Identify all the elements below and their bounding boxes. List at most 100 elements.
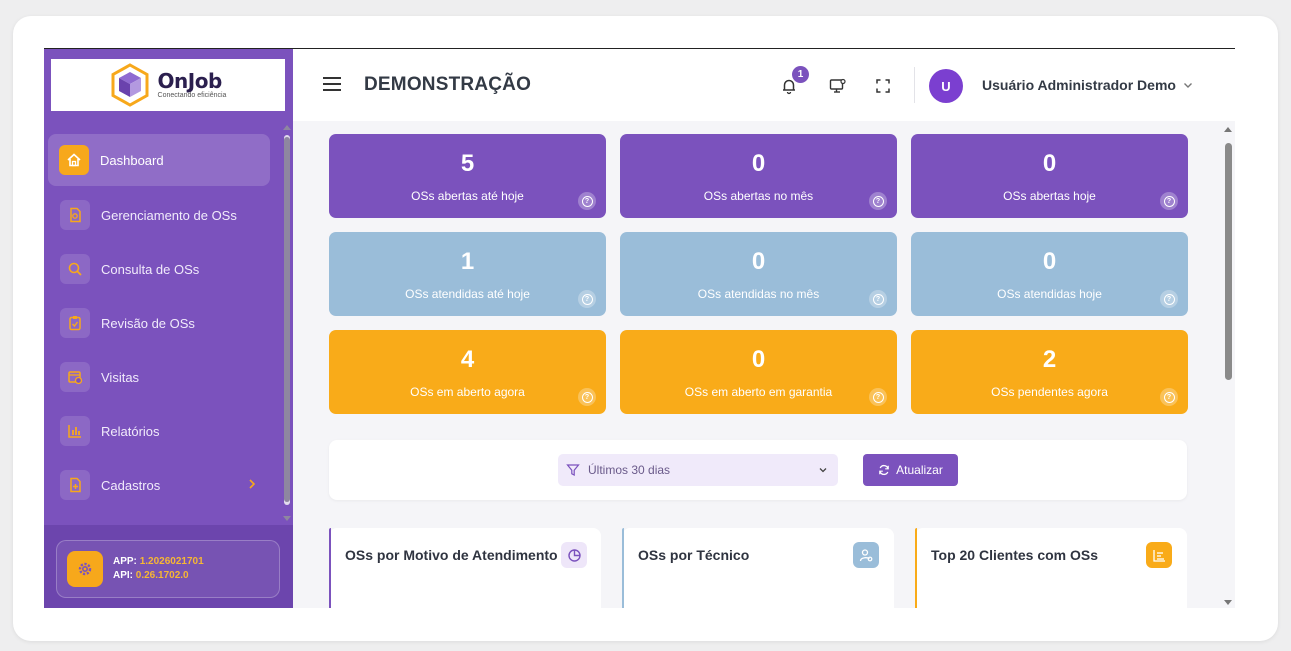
panel-accent xyxy=(329,528,331,608)
stat-label: OSs abertas até hoje xyxy=(411,189,524,203)
logo[interactable]: OnJob Conectando eficiência xyxy=(51,59,285,111)
scroll-up-arrow-icon[interactable] xyxy=(283,125,291,130)
stat-label: OSs em aberto agora xyxy=(410,385,525,399)
scroll-down-arrow-icon[interactable] xyxy=(1224,600,1232,605)
period-select-value: Últimos 30 dias xyxy=(588,463,671,477)
help-icon[interactable]: ? xyxy=(578,388,596,406)
stat-value: 0 xyxy=(751,248,766,275)
stat-card[interactable]: 0 OSs atendidas no mês ? xyxy=(620,232,897,316)
api-version: API: 0.26.1702.0 xyxy=(113,569,204,583)
app-version-label: APP: xyxy=(113,556,137,567)
stat-card[interactable]: 2 OSs pendentes agora ? xyxy=(911,330,1188,414)
stat-card[interactable]: 0 OSs abertas no mês ? xyxy=(620,134,897,218)
sidebar: OnJob Conectando eficiência Dashboard Ge… xyxy=(44,49,293,608)
app-version: APP: 1.2026021701 xyxy=(113,555,204,569)
stat-label: OSs atendidas até hoje xyxy=(405,287,530,301)
sidebar-item-label: Visitas xyxy=(101,369,140,385)
avatar[interactable]: U xyxy=(929,69,963,103)
version-info: APP: 1.2026021701 API: 0.26.1702.0 xyxy=(56,540,280,598)
monitor-user-icon[interactable] xyxy=(827,75,849,97)
stat-label: OSs atendidas no mês xyxy=(697,287,820,301)
add-file-icon xyxy=(60,470,90,500)
help-icon[interactable]: ? xyxy=(869,290,887,308)
sidebar-item-cadastros[interactable]: Cadastros xyxy=(44,458,280,512)
stat-card[interactable]: 5 OSs abertas até hoje ? xyxy=(329,134,606,218)
calendar-clock-icon xyxy=(60,362,90,392)
stat-label: OSs em aberto em garantia xyxy=(684,385,833,399)
scrollbar-thumb[interactable] xyxy=(1225,143,1232,380)
stat-card[interactable]: 0 OSs abertas hoje ? xyxy=(911,134,1188,218)
clipboard-icon xyxy=(60,308,90,338)
sidebar-item-label: Cadastros xyxy=(101,477,161,493)
sidebar-item-label: Relatórios xyxy=(101,423,160,439)
help-icon[interactable]: ? xyxy=(578,192,596,210)
chevron-right-icon xyxy=(249,479,256,489)
sidebar-item-visitas[interactable]: Visitas xyxy=(44,350,280,404)
sidebar-footer: APP: 1.2026021701 API: 0.26.1702.0 xyxy=(44,525,293,608)
stat-value: 0 xyxy=(751,150,766,177)
scroll-down-arrow-icon[interactable] xyxy=(283,516,291,521)
stat-label: OSs abertas no mês xyxy=(703,189,814,203)
help-icon[interactable]: ? xyxy=(1160,388,1178,406)
stat-label: OSs abertas hoje xyxy=(1003,189,1096,203)
logo-cube-icon xyxy=(111,63,149,107)
bar-chart-icon[interactable] xyxy=(1146,542,1172,568)
sidebar-item-relatorios[interactable]: Relatórios xyxy=(44,404,280,458)
help-icon[interactable]: ? xyxy=(869,192,887,210)
stat-value: 5 xyxy=(460,150,475,177)
main-content: 5 OSs abertas até hoje ? 0 OSs abertas n… xyxy=(293,121,1235,608)
filter-icon xyxy=(566,464,580,476)
pie-chart-icon[interactable] xyxy=(561,542,587,568)
chevron-down-icon xyxy=(819,468,827,473)
scrollbar-thumb[interactable] xyxy=(284,137,290,502)
search-icon xyxy=(60,254,90,284)
help-icon[interactable]: ? xyxy=(869,388,887,406)
user-search-icon[interactable] xyxy=(853,542,879,568)
stat-card[interactable]: 0 OSs atendidas hoje ? xyxy=(911,232,1188,316)
update-button[interactable]: Atualizar xyxy=(863,454,958,486)
stat-card[interactable]: 0 OSs em aberto em garantia ? xyxy=(620,330,897,414)
scroll-up-arrow-icon[interactable] xyxy=(1224,127,1232,132)
api-version-value: 0.26.1702.0 xyxy=(135,570,189,581)
fullscreen-icon[interactable] xyxy=(872,75,894,97)
main-scrollbar[interactable] xyxy=(1222,121,1235,608)
gear-icon xyxy=(67,551,103,587)
bar-chart-icon xyxy=(60,416,90,446)
refresh-icon xyxy=(879,464,889,476)
update-button-label: Atualizar xyxy=(896,463,943,477)
document-icon xyxy=(60,200,90,230)
panel-motivo-atendimento: OSs por Motivo de Atendimento xyxy=(329,528,601,608)
sidebar-item-dashboard[interactable]: Dashboard xyxy=(48,134,270,186)
help-icon[interactable]: ? xyxy=(578,290,596,308)
sidebar-item-gerenciamento[interactable]: Gerenciamento de OSs xyxy=(44,188,280,242)
panel-top-clientes: Top 20 Clientes com OSs xyxy=(915,528,1187,608)
logo-text: OnJob Conectando eficiência xyxy=(158,71,227,99)
sidebar-item-label: Dashboard xyxy=(100,152,164,168)
sidebar-nav: Dashboard Gerenciamento de OSs Consulta … xyxy=(44,134,280,512)
panel-tecnico: OSs por Técnico xyxy=(622,528,894,608)
filter-bar: Últimos 30 dias Atualizar xyxy=(329,440,1187,500)
chevron-down-icon[interactable] xyxy=(1182,79,1194,91)
page-title: DEMONSTRAÇÃO xyxy=(364,74,532,95)
stat-value: 2 xyxy=(1042,346,1057,373)
user-name[interactable]: Usuário Administrador Demo xyxy=(982,77,1176,93)
help-icon[interactable]: ? xyxy=(1160,290,1178,308)
sidebar-scrollbar[interactable] xyxy=(281,121,293,525)
sidebar-item-label: Gerenciamento de OSs xyxy=(101,207,237,223)
sidebar-item-revisao[interactable]: Revisão de OSs xyxy=(44,296,280,350)
panel-accent xyxy=(915,528,917,608)
stat-value: 4 xyxy=(460,346,475,373)
menu-icon[interactable] xyxy=(323,77,341,91)
sidebar-item-label: Consulta de OSs xyxy=(101,261,200,277)
stat-label: OSs pendentes agora xyxy=(991,385,1108,399)
panel-title: Top 20 Clientes com OSs xyxy=(931,547,1099,563)
brand-name: OnJob xyxy=(157,69,223,93)
help-icon[interactable]: ? xyxy=(1160,192,1178,210)
period-select[interactable]: Últimos 30 dias xyxy=(558,454,838,486)
stat-label: OSs atendidas hoje xyxy=(997,287,1102,301)
api-version-label: API: xyxy=(113,570,133,581)
stat-card[interactable]: 4 OSs em aberto agora ? xyxy=(329,330,606,414)
sidebar-item-consulta[interactable]: Consulta de OSs xyxy=(44,242,280,296)
header-divider xyxy=(914,67,915,103)
stat-card[interactable]: 1 OSs atendidas até hoje ? xyxy=(329,232,606,316)
